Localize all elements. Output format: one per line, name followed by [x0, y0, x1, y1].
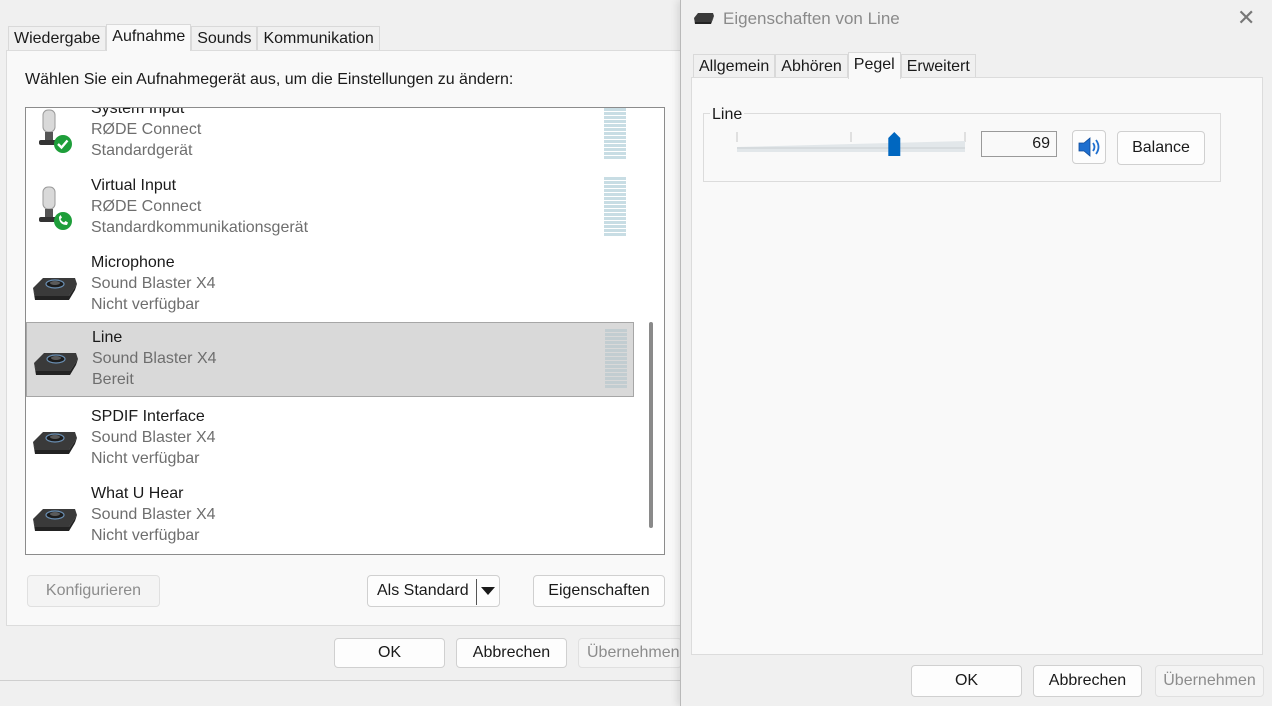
tab-sounds[interactable]: Sounds: [191, 26, 258, 51]
device-status: Bereit: [92, 371, 134, 388]
split-divider: [476, 579, 477, 605]
level-meter: [605, 329, 627, 389]
device-line[interactable]: Line Sound Blaster X4 Bereit: [26, 322, 634, 397]
close-icon[interactable]: ✕: [1237, 7, 1255, 29]
device-name: Virtual Input: [91, 177, 177, 194]
sound-blaster-icon: [33, 509, 77, 531]
tab-aufnahme[interactable]: Aufnahme: [106, 24, 192, 51]
sound-blaster-icon: [33, 432, 77, 454]
microphone-communication-icon: [39, 186, 72, 230]
ok-button[interactable]: OK: [911, 665, 1022, 697]
speaker-icon: [1078, 137, 1100, 157]
device-virtual-input[interactable]: Virtual Input RØDE Connect Standardkommu…: [27, 171, 633, 244]
tab-allgemein[interactable]: Allgemein: [693, 54, 776, 79]
level-meter: [604, 108, 626, 160]
device-what-u-hear[interactable]: What U Hear Sound Blaster X4 Nicht verfü…: [27, 479, 633, 552]
device-name: Line: [92, 329, 123, 346]
device-status: Nicht verfügbar: [91, 296, 200, 313]
dialog-title: Eigenschaften von Line: [723, 9, 900, 28]
set-default-label: Als Standard: [377, 582, 469, 599]
device-status: Standardgerät: [91, 142, 193, 159]
balance-button[interactable]: Balance: [1117, 131, 1205, 165]
chevron-down-icon[interactable]: [481, 587, 495, 595]
device-driver: RØDE Connect: [91, 198, 202, 215]
scrollbar-thumb[interactable]: [649, 322, 653, 528]
device-list-scrollbar[interactable]: [638, 108, 663, 554]
level-label: Line: [710, 106, 745, 124]
sound-blaster-icon: [694, 13, 714, 24]
tab-erweitert[interactable]: Erweitert: [900, 54, 976, 79]
device-name: What U Hear: [91, 485, 184, 502]
device-name: Microphone: [91, 254, 175, 271]
level-meter: [604, 177, 626, 237]
tab-kommunikation[interactable]: Kommunikation: [257, 26, 380, 51]
device-microphone[interactable]: Microphone Sound Blaster X4 Nicht verfüg…: [27, 248, 633, 321]
device-driver: Sound Blaster X4: [91, 275, 216, 292]
sound-tabs: Wiedergabe Aufnahme Sounds Kommunikation: [8, 24, 380, 51]
cancel-button[interactable]: Abbrechen: [1033, 665, 1142, 697]
set-default-split-button[interactable]: Als Standard: [367, 575, 500, 607]
tab-abhoeren[interactable]: Abhören: [775, 54, 848, 79]
ok-button[interactable]: OK: [334, 638, 445, 668]
level-panel: Line 69 Balance: [691, 77, 1263, 655]
device-driver: Sound Blaster X4: [91, 506, 216, 523]
device-driver: Sound Blaster X4: [91, 429, 216, 446]
level-slider[interactable]: [736, 132, 966, 158]
device-driver: Sound Blaster X4: [92, 350, 217, 367]
tab-pegel[interactable]: Pegel: [847, 52, 901, 79]
device-status: Standardkommunikationsgerät: [91, 219, 309, 236]
properties-button[interactable]: Eigenschaften: [533, 575, 665, 607]
apply-button[interactable]: Übernehmen: [578, 638, 682, 668]
tab-wiedergabe[interactable]: Wiedergabe: [8, 26, 107, 51]
microphone-default-icon: [39, 109, 72, 153]
sound-dialog: Wiedergabe Aufnahme Sounds Kommunikation…: [0, 0, 690, 681]
cancel-button[interactable]: Abbrechen: [456, 638, 567, 668]
sound-blaster-icon: [34, 353, 78, 375]
properties-tabs: Allgemein Abhören Pegel Erweitert: [693, 52, 976, 79]
device-system-input[interactable]: System Input RØDE Connect Standardgerät: [27, 107, 633, 167]
recording-panel: Wählen Sie ein Aufnahmegerät aus, um die…: [6, 50, 684, 626]
device-spdif-interface[interactable]: SPDIF Interface Sound Blaster X4 Nicht v…: [27, 402, 633, 475]
sound-blaster-icon: [33, 278, 77, 300]
device-name: System Input: [91, 107, 185, 117]
device-name: SPDIF Interface: [91, 408, 205, 425]
device-driver: RØDE Connect: [91, 121, 202, 138]
level-value-field[interactable]: 69: [981, 131, 1057, 157]
slider-thumb[interactable]: [888, 132, 901, 156]
device-list[interactable]: System Input RØDE Connect Standardgerät …: [25, 107, 665, 555]
apply-button[interactable]: Übernehmen: [1155, 665, 1264, 697]
device-status: Nicht verfügbar: [91, 527, 200, 544]
configure-button[interactable]: Konfigurieren: [27, 575, 160, 607]
instruction-text: Wählen Sie ein Aufnahmegerät aus, um die…: [25, 71, 514, 88]
properties-dialog: Eigenschaften von Line ✕ Allgemein Abhör…: [680, 0, 1272, 706]
device-status: Nicht verfügbar: [91, 450, 200, 467]
mute-toggle-button[interactable]: [1072, 130, 1106, 164]
